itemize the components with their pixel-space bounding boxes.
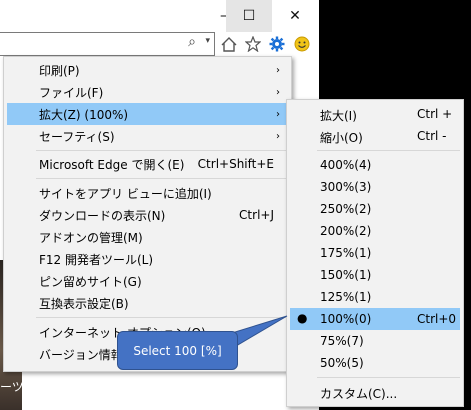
tools-menu: 印刷(P) › ファイル(F) › 拡大(Z) (100%) › セーフティ(S… bbox=[3, 56, 292, 372]
menu-item-pinned-sites[interactable]: ピン留めサイト(G) bbox=[7, 270, 288, 292]
menu-item-compatibility-view[interactable]: 互換表示設定(B) bbox=[7, 292, 288, 314]
menu-item-shortcut: Ctrl+Shift+E bbox=[197, 157, 274, 171]
menu-item-label: 互換表示設定(B) bbox=[39, 296, 129, 311]
menu-item-label: サイトをアプリ ビューに追加(I) bbox=[39, 186, 212, 201]
zoom-custom-item[interactable]: カスタム(C)... bbox=[290, 381, 460, 403]
zoom-300-item[interactable]: 300%(3) bbox=[290, 176, 460, 198]
chevron-right-icon: › bbox=[276, 86, 280, 98]
submenu-separator bbox=[317, 150, 460, 151]
menu-item-file[interactable]: ファイル(F) › bbox=[7, 81, 288, 103]
submenu-item-label: 100%(0) bbox=[320, 312, 372, 326]
submenu-item-label: 50%(5) bbox=[320, 356, 364, 370]
submenu-item-shortcut: Ctrl+0 bbox=[417, 312, 457, 326]
submenu-item-label: 150%(1) bbox=[320, 268, 372, 282]
selected-bullet-icon: ● bbox=[297, 311, 308, 325]
submenu-item-shortcut: Ctrl - bbox=[417, 129, 447, 143]
zoom-250-item[interactable]: 250%(2) bbox=[290, 198, 460, 220]
submenu-item-label: 400%(4) bbox=[320, 158, 372, 172]
close-button[interactable]: ✕ bbox=[272, 0, 318, 32]
zoom-out-item[interactable]: 縮小(O) Ctrl - bbox=[290, 125, 460, 147]
callout-text: Select 100 [%] bbox=[133, 343, 222, 358]
zoom-400-item[interactable]: 400%(4) bbox=[290, 154, 460, 176]
menu-item-label: ピン留めサイト(G) bbox=[39, 274, 142, 289]
zoom-submenu: 拡大(I) Ctrl + 縮小(O) Ctrl - 400%(4) 300%(3… bbox=[286, 99, 464, 407]
menu-item-label: ダウンロードの表示(N) bbox=[39, 208, 166, 223]
zoom-175-item[interactable]: 175%(1) bbox=[290, 242, 460, 264]
zoom-150-item[interactable]: 150%(1) bbox=[290, 264, 460, 286]
submenu-item-shortcut: Ctrl + bbox=[417, 107, 453, 121]
submenu-item-label: 200%(2) bbox=[320, 224, 372, 238]
zoom-in-item[interactable]: 拡大(I) Ctrl + bbox=[290, 103, 460, 125]
zoom-50-item[interactable]: 50%(5) bbox=[290, 352, 460, 374]
address-bar[interactable]: ⌕ ▾ bbox=[0, 32, 215, 56]
menu-item-zoom[interactable]: 拡大(Z) (100%) › bbox=[7, 103, 288, 125]
menu-item-label: 印刷(P) bbox=[39, 63, 80, 78]
submenu-item-label: カスタム(C)... bbox=[320, 387, 398, 401]
chevron-right-icon: › bbox=[276, 108, 280, 120]
menu-separator bbox=[36, 317, 288, 318]
menu-item-label: F12 開発者ツール(L) bbox=[39, 252, 154, 267]
submenu-item-label: 125%(1) bbox=[320, 290, 372, 304]
chevron-right-icon: › bbox=[276, 64, 280, 76]
maximize-button[interactable]: ☐ bbox=[226, 0, 272, 32]
menu-item-label: セーフティ(S) bbox=[39, 129, 115, 144]
submenu-item-label: 250%(2) bbox=[320, 202, 372, 216]
zoom-100-item[interactable]: ● 100%(0) Ctrl+0 bbox=[290, 308, 460, 330]
page-background-text: ーツ bbox=[0, 380, 24, 394]
title-bar: — ☐ ✕ bbox=[0, 0, 319, 32]
submenu-separator bbox=[317, 377, 460, 378]
menu-item-view-downloads[interactable]: ダウンロードの表示(N) Ctrl+J bbox=[7, 204, 288, 226]
search-icon[interactable]: ⌕ bbox=[188, 34, 196, 50]
submenu-item-label: 175%(1) bbox=[320, 246, 372, 260]
menu-item-label: Microsoft Edge で開く(E) bbox=[39, 157, 185, 172]
menu-item-add-site-app-view[interactable]: サイトをアプリ ビューに追加(I) bbox=[7, 182, 288, 204]
menu-item-label: 拡大(Z) (100%) bbox=[39, 107, 129, 122]
menu-item-open-in-edge[interactable]: Microsoft Edge で開く(E) Ctrl+Shift+E bbox=[7, 153, 288, 175]
menu-item-label: アドオンの管理(M) bbox=[39, 230, 143, 245]
menu-item-safety[interactable]: セーフティ(S) › bbox=[7, 125, 288, 147]
menu-item-f12-devtools[interactable]: F12 開発者ツール(L) bbox=[7, 248, 288, 270]
favorites-star-icon[interactable] bbox=[244, 34, 262, 54]
menu-item-print[interactable]: 印刷(P) › bbox=[7, 59, 288, 81]
annotation-callout: Select 100 [%] bbox=[117, 331, 238, 370]
zoom-200-item[interactable]: 200%(2) bbox=[290, 220, 460, 242]
menu-item-label: ファイル(F) bbox=[39, 85, 104, 100]
submenu-item-label: 300%(3) bbox=[320, 180, 372, 194]
menu-item-shortcut: Ctrl+J bbox=[239, 208, 274, 222]
feedback-smiley-icon[interactable] bbox=[293, 34, 311, 54]
gear-icon[interactable] bbox=[268, 34, 286, 54]
submenu-item-label: 縮小(O) bbox=[320, 131, 363, 145]
menu-separator bbox=[36, 178, 288, 179]
menu-item-manage-addons[interactable]: アドオンの管理(M) bbox=[7, 226, 288, 248]
submenu-item-label: 拡大(I) bbox=[320, 109, 357, 123]
menu-separator bbox=[36, 150, 288, 151]
chevron-down-icon[interactable]: ▾ bbox=[205, 36, 210, 46]
chevron-right-icon: › bbox=[276, 130, 280, 142]
zoom-125-item[interactable]: 125%(1) bbox=[290, 286, 460, 308]
submenu-item-label: 75%(7) bbox=[320, 334, 364, 348]
home-icon[interactable] bbox=[220, 34, 238, 54]
zoom-75-item[interactable]: 75%(7) bbox=[290, 330, 460, 352]
